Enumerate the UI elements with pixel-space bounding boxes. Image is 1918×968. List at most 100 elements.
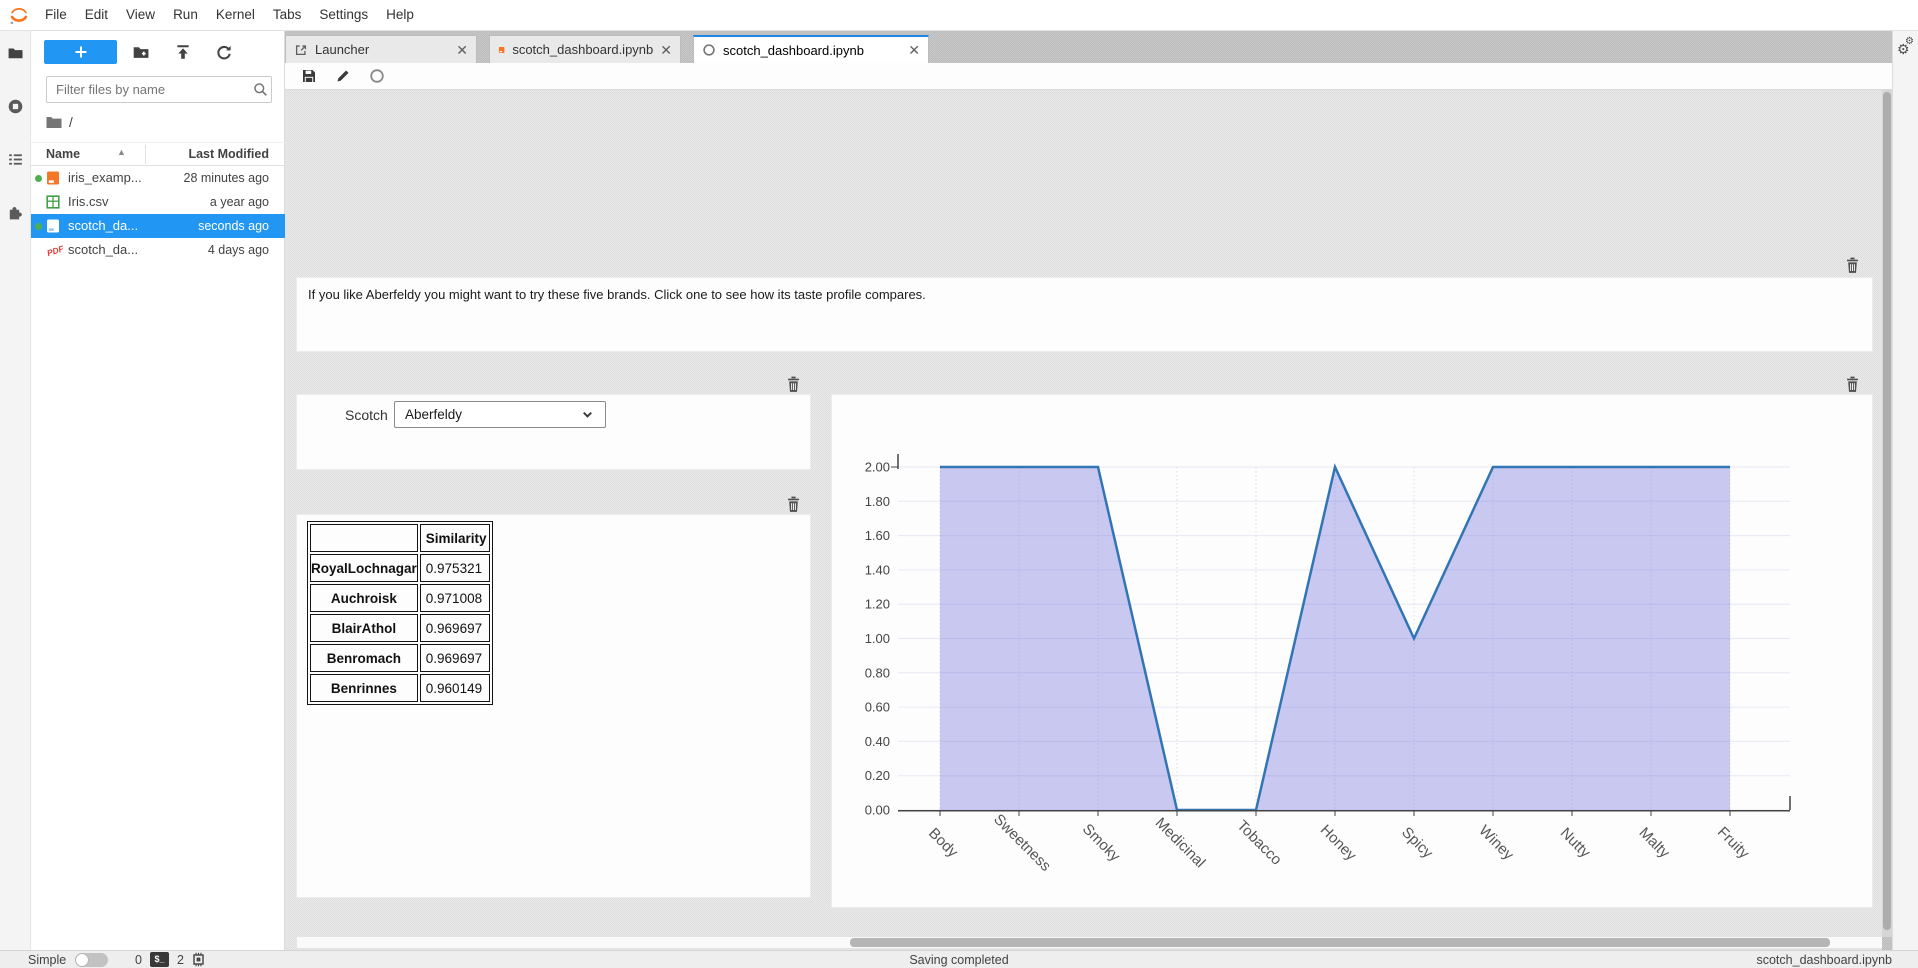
scotch-name-cell[interactable]: Benrinnes <box>310 674 418 702</box>
similarity-value-cell: 0.960149 <box>420 674 490 702</box>
menu-file[interactable]: File <box>36 0 76 30</box>
scotch-select-cell: Scotch Aberfeldy <box>297 395 810 469</box>
vertical-scrollbar[interactable] <box>1882 90 1892 937</box>
status-bar: Simple 0 $_ 2 Saving completed scotch_da… <box>0 950 1918 968</box>
edit-icon[interactable] <box>335 68 351 84</box>
kernel-busy-icon[interactable] <box>369 68 385 84</box>
file-row[interactable]: PDF scotch_da... 4 days ago <box>31 238 285 262</box>
svg-text:1.00: 1.00 <box>865 631 890 646</box>
similarity-value-cell: 0.969697 <box>420 614 490 642</box>
upload-icon[interactable] <box>173 43 193 61</box>
svg-text:PDF: PDF <box>46 243 64 258</box>
toc-icon[interactable] <box>7 151 24 168</box>
svg-text:Sweetness: Sweetness <box>990 811 1054 875</box>
trash-icon[interactable] <box>786 496 801 513</box>
tab-bar: Launcher ✕ scotch_dashboard.ipynb ✕ scot… <box>285 33 1892 63</box>
chevron-down-icon <box>580 407 595 422</box>
close-icon[interactable]: ✕ <box>660 43 672 57</box>
menu-tabs[interactable]: Tabs <box>264 0 311 30</box>
trash-icon[interactable] <box>1845 376 1860 393</box>
markdown-cell[interactable]: If you like Aberfeldy you might want to … <box>297 278 1872 351</box>
column-name[interactable]: Name <box>46 147 80 161</box>
file-row[interactable]: iris_examp... 28 minutes ago <box>31 166 285 190</box>
kernel-busy-icon <box>702 43 716 57</box>
table-row: RoyalLochnagar0.975321 <box>310 554 490 582</box>
file-modified: seconds ago <box>198 219 269 233</box>
tab-label[interactable]: scotch_dashboard.ipynb <box>723 43 864 58</box>
menu-settings[interactable]: Settings <box>310 0 377 30</box>
svg-text:1.40: 1.40 <box>865 562 890 577</box>
new-folder-icon[interactable] <box>131 43 151 61</box>
trash-icon[interactable] <box>786 376 801 393</box>
menu-help[interactable]: Help <box>377 0 423 30</box>
svg-text:0.00: 0.00 <box>865 803 890 818</box>
file-browser-panel: / Name ▲ Last Modified iris_examp... 28 … <box>31 31 285 950</box>
breadcrumb[interactable]: / <box>46 113 73 131</box>
close-icon[interactable]: ✕ <box>908 43 920 57</box>
menu-edit[interactable]: Edit <box>76 0 117 30</box>
sort-asc-icon[interactable]: ▲ <box>117 147 126 157</box>
svg-text:1.80: 1.80 <box>865 494 890 509</box>
svg-text:0.80: 0.80 <box>865 665 890 680</box>
running-sessions-icon[interactable] <box>7 98 24 115</box>
file-modified: a year ago <box>210 195 269 209</box>
table-row: Benromach0.969697 <box>310 644 490 672</box>
file-name[interactable]: scotch_da... <box>68 242 138 257</box>
new-launcher-button[interactable] <box>44 40 117 64</box>
svg-text:Body: Body <box>925 825 962 862</box>
svg-text:1.20: 1.20 <box>865 597 890 612</box>
scotch-name-cell[interactable]: BlairAthol <box>310 614 418 642</box>
breadcrumb-root[interactable]: / <box>69 115 73 130</box>
tab-label[interactable]: Launcher <box>315 42 369 57</box>
scotch-dropdown[interactable]: Aberfeldy <box>394 401 606 428</box>
scotch-name-cell[interactable]: Benromach <box>310 644 418 672</box>
file-name[interactable]: Iris.csv <box>68 194 108 209</box>
refresh-icon[interactable] <box>214 43 234 61</box>
file-browser-icon[interactable] <box>7 44 24 61</box>
menu-kernel[interactable]: Kernel <box>207 0 264 30</box>
notebook-icon <box>45 170 61 186</box>
launcher-icon <box>294 43 308 57</box>
menu-bar: FileEditViewRunKernelTabsSettingsHelp <box>0 0 1918 31</box>
file-name[interactable]: scotch_da... <box>68 218 138 233</box>
svg-text:Tobacco: Tobacco <box>1233 817 1285 869</box>
tab-notebook-1[interactable]: scotch_dashboard.ipynb ✕ <box>489 35 681 63</box>
tab-launcher[interactable]: Launcher ✕ <box>285 35 477 63</box>
file-name[interactable]: iris_examp... <box>68 170 142 185</box>
svg-text:0.20: 0.20 <box>865 768 890 783</box>
close-icon[interactable]: ✕ <box>456 43 468 57</box>
home-folder-icon[interactable] <box>46 115 62 129</box>
right-sidebar: ⚙ ⚙ <box>1892 31 1918 950</box>
taste-profile-chart[interactable]: 0.000.200.400.600.801.001.201.401.601.80… <box>832 395 1872 907</box>
scotch-name-cell[interactable]: Auchroisk <box>310 584 418 612</box>
status-filename: scotch_dashboard.ipynb <box>1756 953 1892 967</box>
tab-notebook-2-active[interactable]: scotch_dashboard.ipynb ✕ <box>693 35 929 63</box>
search-icon <box>253 82 268 97</box>
similarity-table: Similarity RoyalLochnagar0.975321Auchroi… <box>307 521 493 705</box>
running-dot <box>35 223 42 230</box>
file-row-selected[interactable]: scotch_da... seconds ago <box>31 214 285 238</box>
menu-view[interactable]: View <box>117 0 164 30</box>
save-icon[interactable] <box>301 68 317 84</box>
file-row[interactable]: Iris.csv a year ago <box>31 190 285 214</box>
table-header-empty <box>310 524 418 552</box>
table-row: Benrinnes0.960149 <box>310 674 490 702</box>
menu-run[interactable]: Run <box>164 0 207 30</box>
running-dot <box>35 175 42 182</box>
horizontal-scrollbar-thumb[interactable] <box>850 938 1830 947</box>
trash-icon[interactable] <box>1845 257 1860 274</box>
table-row: BlairAthol0.969697 <box>310 614 490 642</box>
similarity-value-cell: 0.969697 <box>420 644 490 672</box>
svg-text:Spicy: Spicy <box>1398 824 1436 862</box>
notebook-icon <box>45 218 61 234</box>
svg-text:Smoky: Smoky <box>1079 821 1124 866</box>
tab-label[interactable]: scotch_dashboard.ipynb <box>512 42 653 57</box>
similarity-table-cell: Similarity RoyalLochnagar0.975321Auchroi… <box>297 515 810 897</box>
horizontal-scrollbar[interactable] <box>297 937 1882 948</box>
filter-files-input[interactable] <box>46 76 272 103</box>
scotch-name-cell[interactable]: RoyalLochnagar <box>310 554 418 582</box>
extensions-icon[interactable] <box>7 203 25 221</box>
column-modified[interactable]: Last Modified <box>188 147 269 161</box>
vertical-scrollbar-thumb[interactable] <box>1883 92 1891 930</box>
dock-panel: Launcher ✕ scotch_dashboard.ipynb ✕ scot… <box>285 31 1892 950</box>
